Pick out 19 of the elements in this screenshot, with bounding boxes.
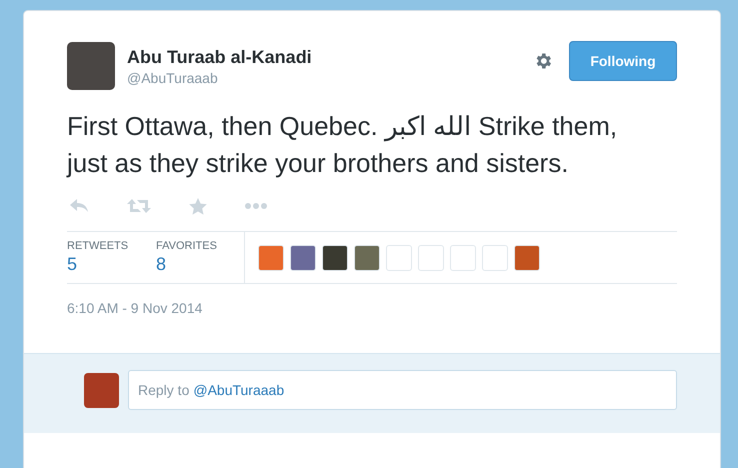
stat-label: FAVORITES [156,240,218,252]
user-avatar[interactable] [290,244,316,270]
tweet-text: First Ottawa, then Quebec. الله اكبر Strike them, just as they strike your brothers and sisters. [67,110,618,180]
author-handle[interactable]: @AbuTuraaab [127,70,521,86]
photo-placeholder [67,42,115,90]
following-button[interactable]: Following [569,41,677,81]
reply-icon[interactable] [69,198,89,214]
reply-field[interactable]: Reply to @AbuTuraaab [128,370,677,410]
photo-placeholder [84,373,119,408]
user-avatar[interactable] [354,244,380,270]
more-icon[interactable] [245,203,267,209]
stat-label: RETWEETS [67,240,130,252]
star-icon[interactable] [189,198,207,214]
tweet-timestamp[interactable]: 6:10 AM - 9 Nov 2014 [67,300,202,316]
author-name[interactable]: Abu Turaab al-Kanadi [127,46,521,68]
user-avatar[interactable] [322,244,348,270]
stat-count[interactable]: 5 [67,254,156,275]
stat-count[interactable]: 8 [156,254,244,275]
retweet-icon[interactable] [127,198,151,214]
